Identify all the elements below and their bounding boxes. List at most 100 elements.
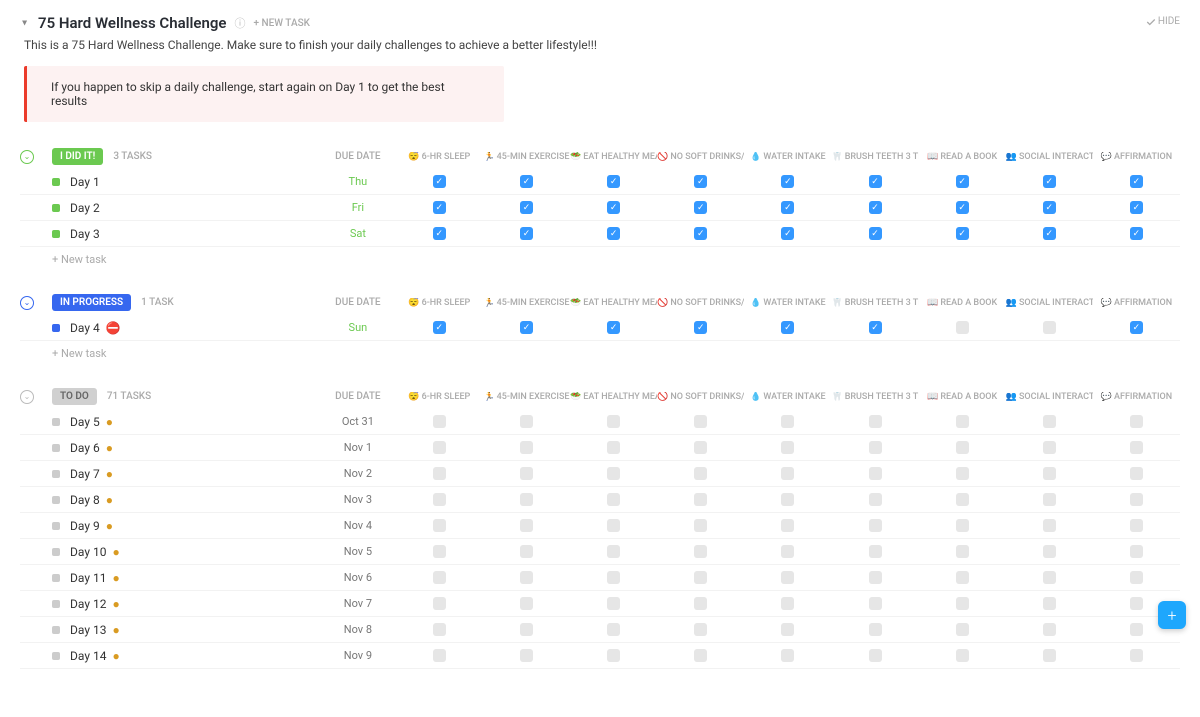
checkbox-unchecked-icon[interactable]	[869, 623, 882, 636]
checkbox-unchecked-icon[interactable]	[869, 441, 882, 454]
status-badge[interactable]: I DID IT!	[52, 148, 103, 165]
checkbox-unchecked-icon[interactable]	[607, 415, 620, 428]
checkbox-cell[interactable]	[831, 597, 918, 610]
checkbox-cell[interactable]	[570, 493, 657, 506]
checkbox-cell[interactable]: ✓	[1093, 321, 1180, 334]
checkbox-unchecked-icon[interactable]	[956, 571, 969, 584]
status-square-icon[interactable]	[52, 444, 60, 452]
task-row[interactable]: Day 9● Nov 4	[20, 513, 1180, 539]
checkbox-cell[interactable]	[831, 493, 918, 506]
checkbox-cell[interactable]	[396, 493, 483, 506]
checkbox-cell[interactable]	[1006, 415, 1093, 428]
checkbox-checked-icon[interactable]: ✓	[781, 201, 794, 214]
checkbox-cell[interactable]	[396, 415, 483, 428]
status-square-icon[interactable]	[52, 652, 60, 660]
column-social-interaction[interactable]: 👥SOCIAL INTERACTION	[1006, 298, 1093, 308]
checkbox-cell[interactable]	[396, 545, 483, 558]
task-name[interactable]: Day 5	[70, 415, 100, 429]
column-due-date[interactable]: DUE DATE	[320, 297, 396, 308]
checkbox-unchecked-icon[interactable]	[1043, 493, 1056, 506]
checkbox-cell[interactable]	[831, 649, 918, 662]
checkbox-unchecked-icon[interactable]	[1043, 441, 1056, 454]
checkbox-unchecked-icon[interactable]	[607, 467, 620, 480]
column-eat-healthy-meals[interactable]: 🥗EAT HEALTHY MEALS	[570, 392, 657, 402]
checkbox-cell[interactable]	[483, 571, 570, 584]
checkbox-cell[interactable]	[1006, 597, 1093, 610]
checkbox-unchecked-icon[interactable]	[781, 597, 794, 610]
checkbox-cell[interactable]	[919, 441, 1006, 454]
checkbox-cell[interactable]	[396, 467, 483, 480]
new-task-button[interactable]: + New task	[20, 341, 1180, 366]
due-date-cell[interactable]: Thu	[320, 175, 396, 188]
status-square-icon[interactable]	[52, 324, 60, 332]
chevron-down-icon[interactable]: ⌄	[20, 150, 34, 164]
column-no-soft-drinks-coffee[interactable]: 🚫NO SOFT DRINKS/COFFEE	[657, 392, 744, 402]
checkbox-cell[interactable]	[396, 649, 483, 662]
task-name[interactable]: Day 3	[70, 227, 100, 241]
checkbox-unchecked-icon[interactable]	[781, 649, 794, 662]
checkbox-checked-icon[interactable]: ✓	[520, 321, 533, 334]
task-row[interactable]: Day 12● Nov 7	[20, 591, 1180, 617]
task-name[interactable]: Day 7	[70, 467, 100, 481]
task-row[interactable]: Day 10● Nov 5	[20, 539, 1180, 565]
checkbox-cell[interactable]	[483, 415, 570, 428]
checkbox-cell[interactable]	[570, 467, 657, 480]
task-name[interactable]: Day 10	[70, 545, 106, 559]
checkbox-cell[interactable]	[919, 597, 1006, 610]
status-badge[interactable]: IN PROGRESS	[52, 294, 131, 311]
checkbox-unchecked-icon[interactable]	[956, 545, 969, 558]
checkbox-unchecked-icon[interactable]	[433, 649, 446, 662]
checkbox-checked-icon[interactable]: ✓	[607, 227, 620, 240]
checkbox-cell[interactable]	[1006, 519, 1093, 532]
checkbox-cell[interactable]	[657, 649, 744, 662]
checkbox-unchecked-icon[interactable]	[869, 415, 882, 428]
task-name[interactable]: Day 13	[70, 623, 106, 637]
checkbox-cell[interactable]: ✓	[570, 321, 657, 334]
checkbox-checked-icon[interactable]: ✓	[869, 175, 882, 188]
column-read-a-book[interactable]: 📖READ A BOOK	[919, 392, 1006, 402]
checkbox-cell[interactable]: ✓	[483, 201, 570, 214]
task-row[interactable]: Day 7● Nov 2	[20, 461, 1180, 487]
checkbox-unchecked-icon[interactable]	[1043, 571, 1056, 584]
checkbox-cell[interactable]	[919, 493, 1006, 506]
status-square-icon[interactable]	[52, 548, 60, 556]
checkbox-unchecked-icon[interactable]	[433, 415, 446, 428]
checkbox-unchecked-icon[interactable]	[694, 493, 707, 506]
checkbox-checked-icon[interactable]: ✓	[694, 201, 707, 214]
checkbox-unchecked-icon[interactable]	[956, 519, 969, 532]
task-row[interactable]: Day 8● Nov 3	[20, 487, 1180, 513]
checkbox-checked-icon[interactable]: ✓	[781, 321, 794, 334]
task-name[interactable]: Day 12	[70, 597, 106, 611]
checkbox-cell[interactable]	[744, 441, 831, 454]
task-name[interactable]: Day 4	[70, 321, 100, 335]
hide-button[interactable]: HIDE	[1146, 16, 1180, 27]
checkbox-cell[interactable]	[1093, 519, 1180, 532]
checkbox-unchecked-icon[interactable]	[1043, 467, 1056, 480]
checkbox-unchecked-icon[interactable]	[520, 441, 533, 454]
checkbox-unchecked-icon[interactable]	[520, 519, 533, 532]
checkbox-cell[interactable]: ✓	[483, 175, 570, 188]
column-affirmation[interactable]: 💬AFFIRMATION	[1093, 298, 1180, 308]
checkbox-cell[interactable]	[396, 441, 483, 454]
checkbox-cell[interactable]	[919, 519, 1006, 532]
checkbox-cell[interactable]	[570, 571, 657, 584]
column-no-soft-drinks-coffee[interactable]: 🚫NO SOFT DRINKS/COFFEE	[657, 298, 744, 308]
task-name[interactable]: Day 9	[70, 519, 100, 533]
due-date-cell[interactable]: Nov 1	[320, 441, 396, 454]
checkbox-cell[interactable]: ✓	[483, 321, 570, 334]
checkbox-cell[interactable]: ✓	[396, 201, 483, 214]
checkbox-cell[interactable]: ✓	[744, 175, 831, 188]
checkbox-checked-icon[interactable]: ✓	[694, 175, 707, 188]
checkbox-cell[interactable]	[744, 415, 831, 428]
column-45-min-exercise[interactable]: 🏃45-MIN EXERCISE	[483, 298, 570, 308]
task-row[interactable]: Day 14● Nov 9	[20, 643, 1180, 669]
checkbox-checked-icon[interactable]: ✓	[433, 227, 446, 240]
checkbox-cell[interactable]	[1006, 623, 1093, 636]
checkbox-cell[interactable]	[919, 415, 1006, 428]
checkbox-unchecked-icon[interactable]	[694, 571, 707, 584]
checkbox-cell[interactable]: ✓	[657, 227, 744, 240]
checkbox-unchecked-icon[interactable]	[781, 441, 794, 454]
column-social-interaction[interactable]: 👥SOCIAL INTERACTION	[1006, 392, 1093, 402]
checkbox-unchecked-icon[interactable]	[869, 571, 882, 584]
status-square-icon[interactable]	[52, 496, 60, 504]
